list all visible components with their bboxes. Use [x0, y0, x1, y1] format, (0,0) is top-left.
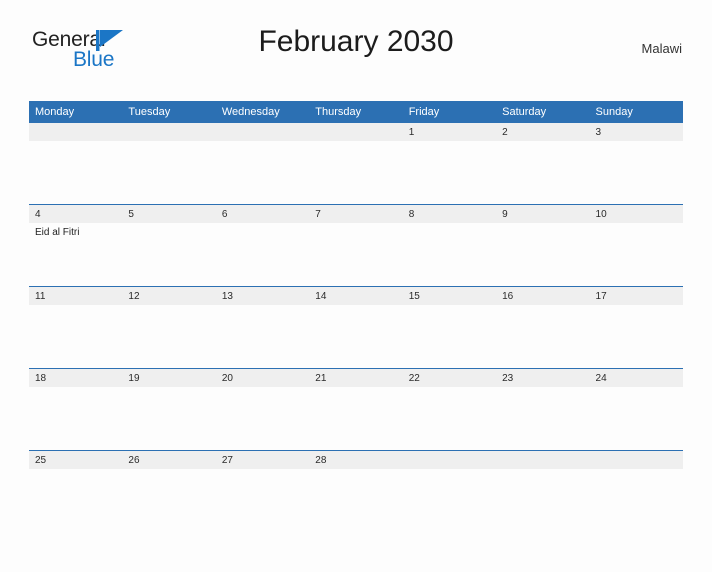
weekday-header-saturday: Saturday — [496, 101, 590, 123]
day-number: 3 — [589, 123, 683, 141]
calendar-day-cell[interactable]: 3 — [589, 123, 683, 205]
calendar-day-cell[interactable]: 13 — [215, 286, 310, 369]
calendar-week-row: 11 12 13 14 15 16 17 — [29, 286, 683, 369]
day-number: 1 — [402, 123, 497, 141]
day-number: 17 — [589, 287, 683, 305]
day-number: 9 — [496, 205, 590, 223]
day-number: 13 — [215, 287, 310, 305]
calendar-day-cell[interactable]: 6 — [215, 204, 310, 287]
day-number: 22 — [402, 369, 497, 387]
calendar-day-cell[interactable]: 18 — [29, 368, 123, 451]
page-title: February 2030 — [258, 25, 454, 58]
day-number: 21 — [309, 369, 403, 387]
weekday-header-thursday: Thursday — [309, 101, 403, 123]
day-number — [215, 123, 310, 141]
weekday-header-friday: Friday — [402, 101, 497, 123]
weekday-header-tuesday: Tuesday — [122, 101, 216, 123]
calendar-day-cell[interactable]: 2 — [496, 123, 590, 205]
calendar-week-row: 123 — [29, 123, 683, 205]
weekday-header-wednesday: Wednesday — [215, 101, 310, 123]
calendar-day-cell[interactable]: 9 — [496, 204, 590, 287]
calendar-week-row: 25 26 27 28 — [29, 450, 683, 532]
calendar-day-cell[interactable]: 4 Eid al Fitri — [29, 204, 123, 287]
day-number — [402, 451, 497, 469]
day-number: 15 — [402, 287, 497, 305]
country-label: Malawi — [641, 41, 682, 56]
calendar-empty-cell — [215, 123, 310, 205]
calendar-day-cell[interactable]: 25 — [29, 450, 123, 532]
day-number: 14 — [309, 287, 403, 305]
day-number: 5 — [122, 205, 216, 223]
page-header: General Blue February 2030 Malawi — [29, 22, 683, 74]
day-number — [496, 451, 590, 469]
day-number: 25 — [29, 451, 123, 469]
event-label: Eid al Fitri — [35, 227, 80, 238]
calendar-day-cell[interactable]: 10 — [589, 204, 683, 287]
calendar-page: General Blue February 2030 Malawi Monday… — [0, 22, 712, 572]
day-number: 11 — [29, 287, 123, 305]
calendar-body: 1 2 3 4 Eid al Fitri 5 6 7 8 9 10 11 12 13 14 15 16 17 18 1… — [29, 123, 683, 532]
day-events: Eid al Fitri — [29, 223, 122, 239]
calendar-day-cell[interactable]: 20 — [215, 368, 310, 451]
calendar-day-cell[interactable]: 22 — [402, 368, 497, 451]
day-number: 16 — [496, 287, 590, 305]
calendar-day-cell[interactable]: 24 — [589, 368, 683, 451]
day-number: 6 — [215, 205, 310, 223]
calendar-empty-cell — [402, 450, 497, 532]
calendar-day-cell[interactable]: 26 — [122, 450, 216, 532]
calendar-week-row: 4 Eid al Fitri 5 6 7 8 9 10 — [29, 204, 683, 287]
calendar-day-cell[interactable]: 28 — [309, 450, 403, 532]
calendar-day-cell[interactable]: 1 — [402, 123, 497, 205]
day-number: 7 — [309, 205, 403, 223]
weekday-header-sunday: Sunday — [589, 101, 683, 123]
day-number: 4 — [29, 205, 123, 223]
day-number: 10 — [589, 205, 683, 223]
calendar-empty-cell — [496, 450, 590, 532]
day-number — [589, 451, 683, 469]
day-number: 2 — [496, 123, 590, 141]
calendar-header-row: Monday Tuesday Wednesday Thursday Friday… — [29, 101, 683, 123]
calendar-day-cell[interactable]: 8 — [402, 204, 497, 287]
calendar-day-cell[interactable]: 15 — [402, 286, 497, 369]
calendar-day-cell[interactable]: 19 — [122, 368, 216, 451]
day-number — [29, 123, 123, 141]
calendar-day-cell[interactable]: 14 — [309, 286, 403, 369]
day-number: 18 — [29, 369, 123, 387]
month-calendar-table: Monday Tuesday Wednesday Thursday Friday… — [29, 101, 683, 532]
calendar-week-row: 18 19 20 21 22 23 24 — [29, 368, 683, 451]
calendar-day-cell[interactable]: 16 — [496, 286, 590, 369]
calendar-empty-cell — [29, 123, 123, 205]
day-number: 8 — [402, 205, 497, 223]
day-number — [122, 123, 216, 141]
day-number: 19 — [122, 369, 216, 387]
day-number: 24 — [589, 369, 683, 387]
day-number: 20 — [215, 369, 310, 387]
day-number — [309, 123, 403, 141]
weekday-header-monday: Monday — [29, 101, 123, 123]
calendar-day-cell[interactable]: 12 — [122, 286, 216, 369]
calendar-empty-cell — [589, 450, 683, 532]
day-number: 23 — [496, 369, 590, 387]
calendar-day-cell[interactable]: 27 — [215, 450, 310, 532]
calendar-day-cell[interactable]: 17 — [589, 286, 683, 369]
calendar-day-cell[interactable]: 7 — [309, 204, 403, 287]
day-number: 27 — [215, 451, 310, 469]
calendar-day-cell[interactable]: 5 — [122, 204, 216, 287]
calendar-day-cell[interactable]: 23 — [496, 368, 590, 451]
calendar-empty-cell — [309, 123, 403, 205]
calendar-day-cell[interactable]: 11 — [29, 286, 123, 369]
day-number: 12 — [122, 287, 216, 305]
day-number: 26 — [122, 451, 216, 469]
day-number: 28 — [309, 451, 403, 469]
calendar-day-cell[interactable]: 21 — [309, 368, 403, 451]
calendar-empty-cell — [122, 123, 216, 205]
